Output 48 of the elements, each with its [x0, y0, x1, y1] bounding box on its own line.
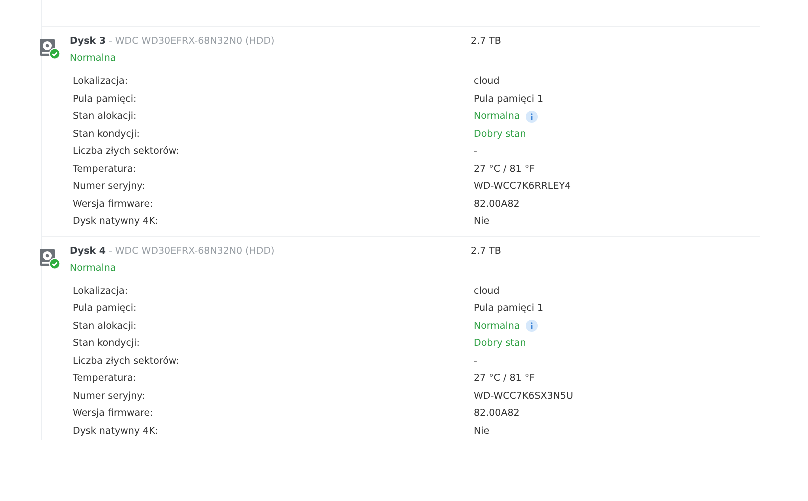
property-label: Temperatura: — [73, 373, 138, 384]
disk-status: Normalna — [70, 262, 118, 276]
property-value: Nie — [474, 426, 490, 437]
disk-capacity: 2.7 TB — [471, 244, 502, 258]
property-value: Dobry stan — [474, 128, 526, 140]
property-value: WD-WCC7K6SX3N5U — [474, 390, 574, 402]
disk-model: - WDC WD30EFRX-68N32N0 (HDD) — [108, 36, 275, 47]
disk-name: Dysk 4 — [70, 246, 106, 256]
disk-capacity: 2.7 TB — [471, 35, 502, 49]
property-label: Stan alokacji: — [73, 111, 138, 122]
property-label: Wersja firmware: — [73, 198, 154, 210]
property-value: - — [474, 146, 478, 158]
property-value: Dobry stan — [474, 338, 526, 350]
property-label: Dysk natywny 4K: — [73, 426, 160, 437]
property-label: Pula pamięci: — [73, 303, 138, 314]
info-icon[interactable] — [526, 320, 538, 332]
property-label: Numer seryjny: — [73, 390, 146, 402]
property-value: Nie — [474, 216, 490, 228]
property-label: Numer seryjny: — [73, 181, 146, 192]
property-value: 82.00A82 — [474, 198, 520, 210]
property-value: 27 °C / 81 °F — [474, 373, 536, 384]
info-icon[interactable] — [526, 110, 538, 123]
property-value: cloud — [474, 286, 500, 297]
property-label: Dysk natywny 4K: — [73, 216, 160, 228]
property-value: WD-WCC7K6RRLEY4 — [474, 181, 572, 192]
property-label: Lokalizacja: — [73, 286, 130, 297]
property-label: Liczba złych sektorów: — [73, 356, 180, 367]
hard-drive-check-icon — [39, 248, 61, 270]
disk-name: Dysk 3 — [70, 36, 106, 47]
property-label: Temperatura: — [73, 164, 138, 175]
property-label: Wersja firmware: — [73, 408, 154, 420]
property-label: Stan alokacji: — [73, 320, 138, 332]
disk-model: - WDC WD30EFRX-68N32N0 (HDD) — [108, 246, 275, 256]
property-value: 27 °C / 81 °F — [474, 164, 536, 175]
property-label: Lokalizacja: — [73, 76, 130, 88]
hard-drive-check-icon — [39, 38, 61, 60]
property-value: Normalna — [474, 111, 520, 122]
property-value: Normalna — [474, 320, 520, 332]
property-value: Pula pamięci 1 — [474, 94, 544, 105]
property-value: cloud — [474, 76, 500, 88]
property-value: Pula pamięci 1 — [474, 303, 544, 314]
property-label: Stan kondycji: — [73, 128, 141, 140]
property-label: Pula pamięci: — [73, 94, 138, 105]
property-label: Stan kondycji: — [73, 338, 141, 350]
property-value: - — [474, 356, 478, 367]
disk-status: Normalna — [70, 52, 118, 66]
property-label: Liczba złych sektorów: — [73, 146, 180, 158]
property-value: 82.00A82 — [474, 408, 520, 420]
